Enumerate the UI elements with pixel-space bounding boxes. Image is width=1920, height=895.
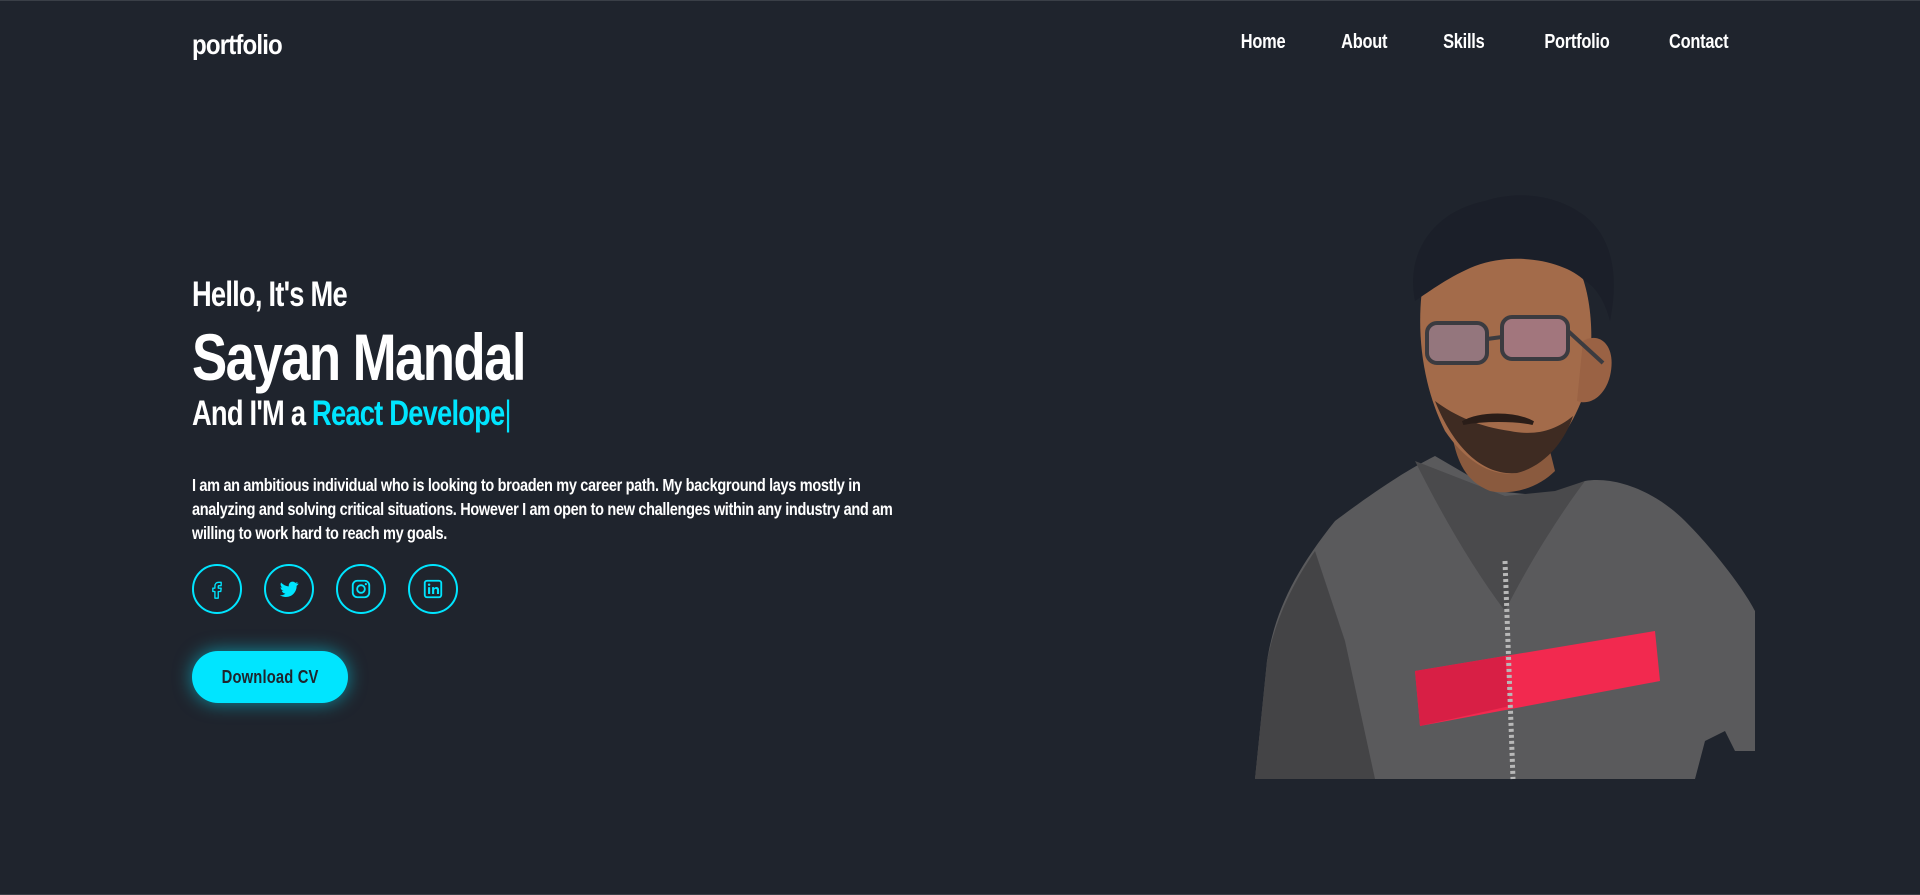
role-prefix: And I'M a [192,394,306,433]
greeting: Hello, It's Me [192,275,348,314]
hero-description: I am an ambitious individual who is look… [192,475,893,543]
hero-section: Hello, It's Me Sayan Mandal And I'M a Re… [192,277,952,545]
nav-home[interactable]: Home [1241,31,1286,54]
social-links [192,564,480,614]
instagram-link[interactable] [336,564,386,614]
page: portfolio Home About Skills Portfolio Co… [0,0,1920,895]
download-cv-label: Download CV [221,666,319,687]
site-header: portfolio Home About Skills Portfolio Co… [0,1,1920,89]
nav-about[interactable]: About [1342,31,1388,54]
linkedin-link[interactable] [408,564,458,614]
nav-skills[interactable]: Skills [1443,31,1485,54]
role-highlight: React Develope [312,394,505,433]
nav-portfolio[interactable]: Portfolio [1544,31,1609,54]
linkedin-icon [423,579,443,599]
profile-photo [1255,195,1755,780]
facebook-link[interactable] [192,564,242,614]
instagram-icon [351,579,371,599]
download-cv-button[interactable]: Download CV [192,651,348,703]
role-line: And I'M a React Develope| [192,396,785,431]
main-nav: Home About Skills Portfolio Contact [1185,31,1728,54]
nav-contact[interactable]: Contact [1669,31,1729,54]
logo[interactable]: portfolio [192,29,283,61]
typing-cursor: | [504,394,511,433]
twitter-icon [279,581,299,597]
hero-name: Sayan Mandal [192,320,527,394]
twitter-link[interactable] [264,564,314,614]
facebook-icon [212,581,222,599]
